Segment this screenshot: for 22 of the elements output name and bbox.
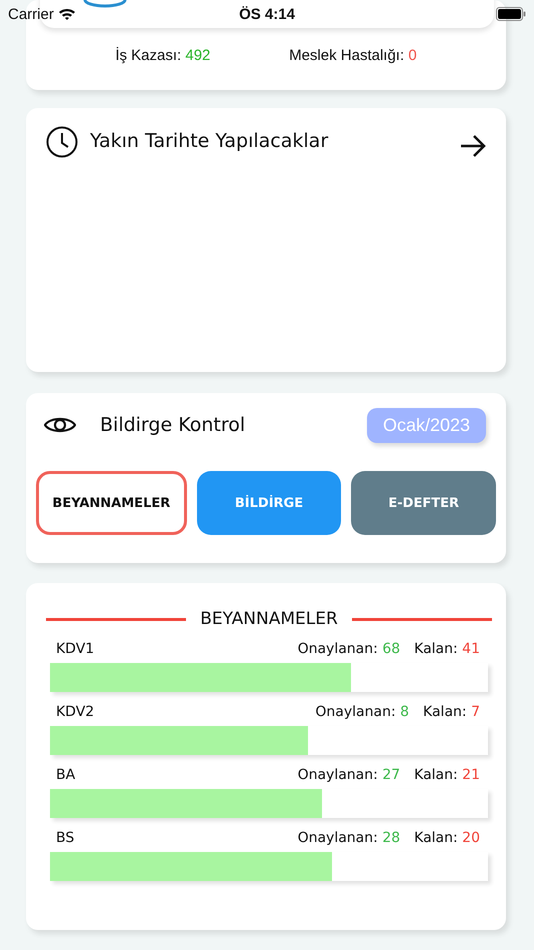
declaration-name: BA xyxy=(56,767,76,783)
summary-stat: Meslek Hastalığı: 0 xyxy=(289,47,417,64)
category-tab[interactable]: BİLDİRGE xyxy=(196,471,342,535)
remaining-count: Kalan: 20 xyxy=(414,830,480,846)
section-title: BEYANNAMELER xyxy=(200,609,338,629)
approved-count: Onaylanan: 27 xyxy=(298,767,400,783)
declaration-name: BS xyxy=(56,830,76,846)
category-tab[interactable]: BEYANNAMELER xyxy=(36,471,187,535)
card-title: Bildirge Kontrol xyxy=(100,414,246,436)
card-title: Yakın Tarihte Yapılacaklar xyxy=(90,130,330,152)
remaining-count: Kalan: 7 xyxy=(423,704,480,720)
declaration-name: KDV1 xyxy=(56,641,96,657)
approved-count: Onaylanan: 68 xyxy=(298,641,400,657)
declaration-name: KDV2 xyxy=(56,704,96,720)
carrier-label: Carrier xyxy=(8,6,54,22)
approved-count: Onaylanan: 28 xyxy=(298,830,400,846)
summary-stat: İş Kazası: 492 xyxy=(115,47,210,64)
approved-count: Onaylanan: 8 xyxy=(315,704,410,720)
category-tab[interactable]: E-DEFTER xyxy=(351,471,496,535)
clock-time: ÖS 4:14 xyxy=(239,6,295,22)
remaining-count: Kalan: 41 xyxy=(414,641,480,657)
remaining-count: Kalan: 21 xyxy=(414,767,480,783)
